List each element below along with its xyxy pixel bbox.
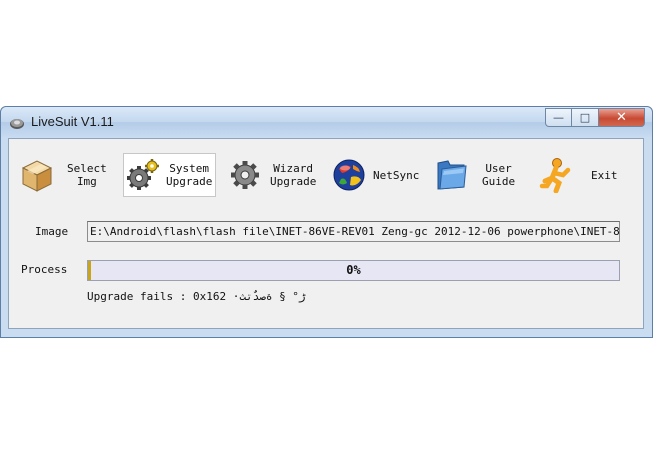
wizard-upgrade-label: Wizard Upgrade: [270, 162, 317, 188]
user-guide-label: User Guide: [482, 162, 516, 188]
status-message: Upgrade fails : 0x162 ·ڑ° § ةصدٌتث: [87, 290, 306, 303]
running-man-icon: [539, 158, 571, 193]
exit-label: Exit: [591, 168, 618, 182]
close-button[interactable]: ✕: [599, 108, 645, 127]
process-label: Process: [21, 263, 68, 276]
window-controls: — □ ✕: [545, 108, 645, 127]
livesuit-window: LiveSuit V1.11 — □ ✕ Select Img System U…: [0, 106, 653, 338]
system-upgrade-label: System Upgrade: [166, 162, 213, 188]
gears-icon: [127, 159, 159, 190]
main-panel: Select Img System Upgrade Wizard Upgrade…: [8, 138, 644, 329]
window-title: LiveSuit V1.11: [31, 114, 114, 129]
maximize-button[interactable]: □: [572, 108, 599, 127]
exit-button[interactable]: Exit: [539, 153, 631, 197]
progress-bar: 0%: [87, 260, 620, 281]
livesuit-app-icon: [10, 119, 24, 129]
netsync-button[interactable]: NetSync: [331, 153, 423, 197]
wizard-upgrade-button[interactable]: Wizard Upgrade: [228, 153, 320, 197]
package-box-icon: [21, 160, 53, 192]
globe-sync-icon: [333, 159, 365, 191]
system-upgrade-button[interactable]: System Upgrade: [123, 153, 216, 197]
user-guide-button[interactable]: User Guide: [434, 153, 526, 197]
image-path-field[interactable]: E:\Android\flash\flash file\INET-86VE-RE…: [87, 221, 620, 242]
select-img-button[interactable]: Select Img: [19, 153, 111, 197]
gear-icon: [231, 161, 259, 189]
folder-icon: [437, 160, 467, 190]
title-bar[interactable]: LiveSuit V1.11 — □ ✕: [1, 107, 652, 137]
select-img-label: Select Img: [67, 162, 107, 188]
minimize-button[interactable]: —: [545, 108, 572, 127]
image-label: Image: [35, 225, 69, 238]
progress-percent: 0%: [346, 263, 361, 277]
netsync-label: NetSync: [373, 168, 420, 182]
